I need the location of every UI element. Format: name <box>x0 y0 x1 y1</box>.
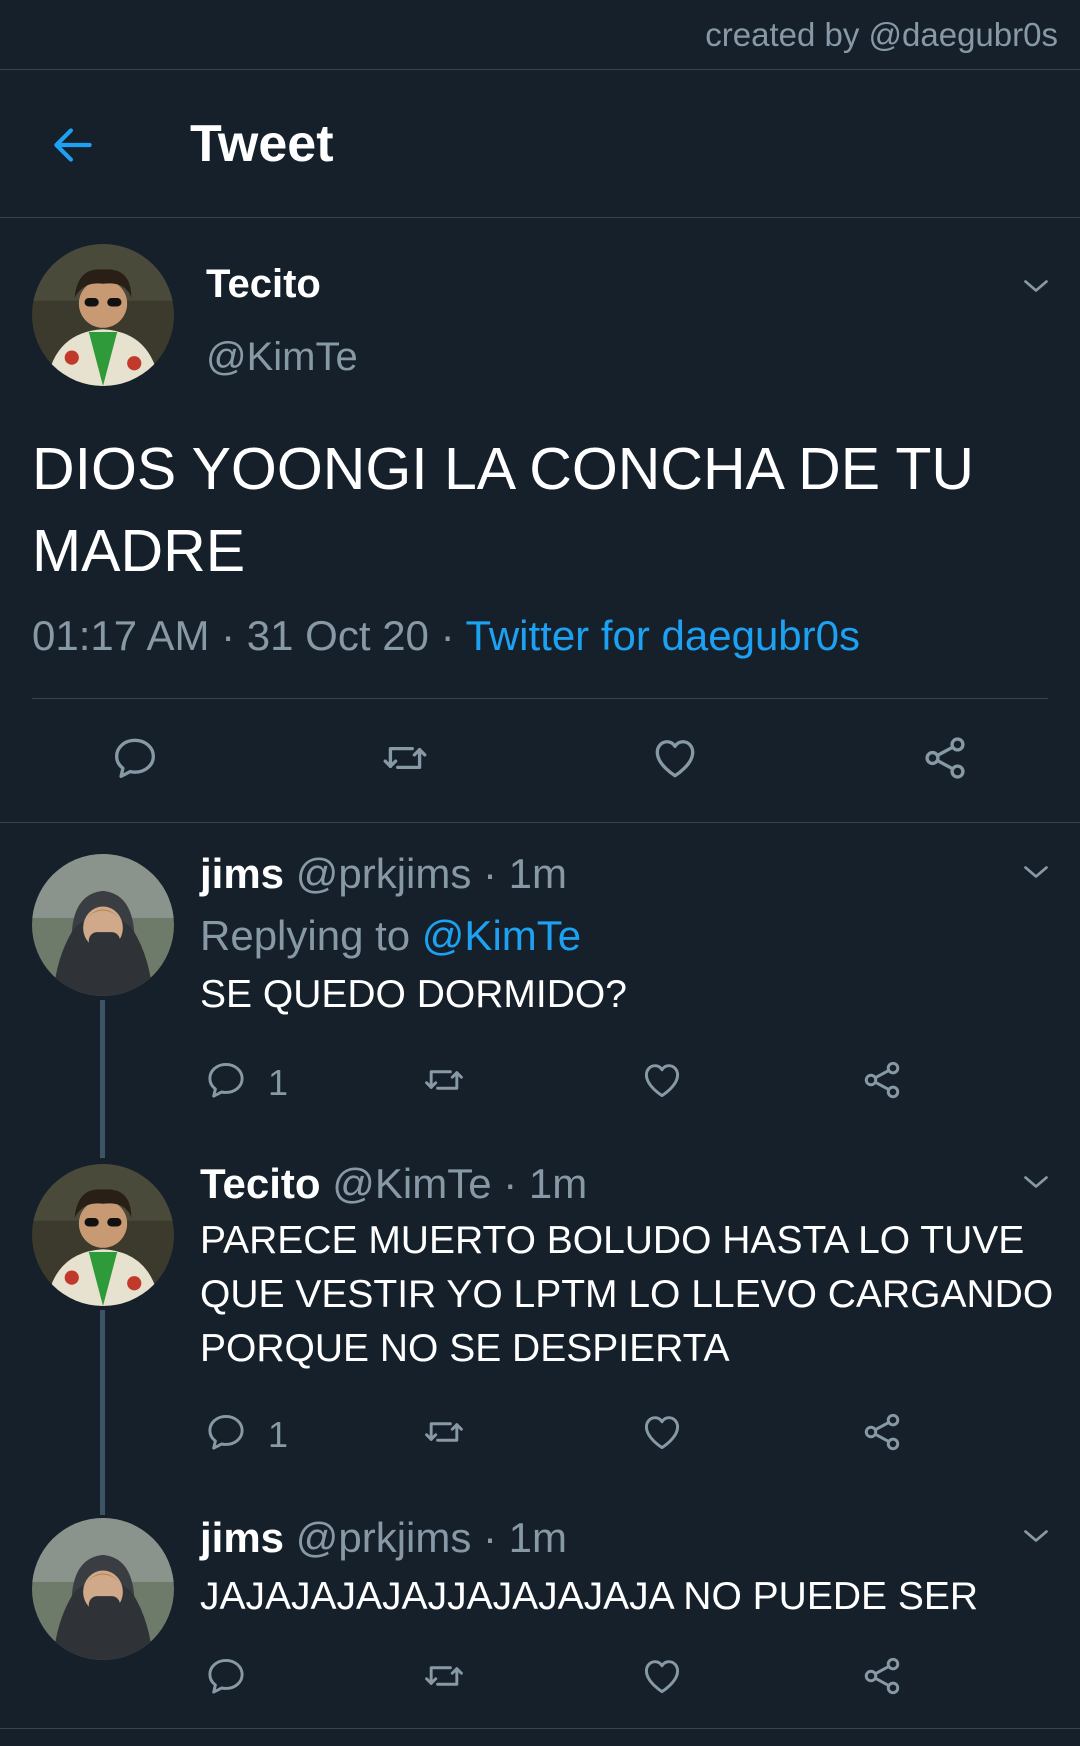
reply-author-handle[interactable]: @prkjims <box>296 850 472 897</box>
reply-icon <box>204 1058 248 1102</box>
chevron-down-icon[interactable] <box>1018 854 1054 890</box>
reply-author-name[interactable]: jims <box>200 850 284 897</box>
share-button[interactable] <box>860 1410 904 1454</box>
author-handle[interactable]: @KimTe <box>206 335 358 380</box>
reply-count: 1 <box>268 1062 289 1103</box>
reply-button[interactable] <box>110 733 160 783</box>
reply-age: · 1m <box>491 1160 588 1207</box>
share-button[interactable] <box>860 1058 904 1102</box>
top-app-bar: Tweet <box>0 70 1080 218</box>
avatar-tecito[interactable] <box>32 1164 174 1306</box>
thread-connector <box>100 1000 105 1158</box>
reply-header: jims @prkjims · 1m <box>200 850 567 898</box>
reply-author-name[interactable]: jims <box>200 1514 284 1561</box>
thread-connector <box>100 1310 105 1515</box>
tweet-text: DIOS YOONGI LA CONCHA DE TU MADRE <box>32 436 975 584</box>
chevron-down-icon[interactable] <box>1018 1518 1054 1554</box>
author-name[interactable]: Tecito <box>206 262 321 307</box>
replying-to-label: Replying to <box>200 912 422 959</box>
chevron-down-icon[interactable] <box>1018 268 1054 304</box>
divider <box>0 1728 1080 1729</box>
chevron-down-icon[interactable] <box>1018 1164 1054 1200</box>
heart-icon <box>640 1654 684 1698</box>
reply-header: Tecito @KimTe · 1m <box>200 1160 587 1208</box>
avatar-tecito[interactable] <box>32 244 174 386</box>
divider <box>0 822 1080 823</box>
tweet-source-link[interactable]: Twitter for daegubr0s <box>465 612 860 659</box>
back-button[interactable] <box>48 120 98 170</box>
retweet-icon <box>420 1058 468 1102</box>
retweet-icon <box>420 1654 468 1698</box>
share-icon <box>860 1410 904 1454</box>
meta-separator: · <box>209 612 247 659</box>
heart-icon <box>640 1058 684 1102</box>
avatar-image <box>32 854 174 996</box>
retweet-icon <box>378 733 432 783</box>
avatar-image <box>32 244 174 386</box>
reply-button[interactable] <box>204 1654 248 1698</box>
like-button[interactable] <box>650 733 700 783</box>
share-button[interactable] <box>860 1654 904 1698</box>
watermark-text: created by @daegubr0s <box>705 16 1058 53</box>
reply-author-handle[interactable]: @KimTe <box>332 1160 491 1207</box>
divider <box>32 698 1048 699</box>
retweet-button[interactable] <box>420 1410 468 1454</box>
reply-icon <box>110 733 160 783</box>
avatar-jims[interactable] <box>32 1518 174 1660</box>
reply-button[interactable] <box>204 1058 248 1102</box>
reply-age: · 1m <box>471 1514 568 1561</box>
retweet-button[interactable] <box>420 1058 468 1102</box>
reply-age: · 1m <box>471 850 568 897</box>
share-icon <box>860 1654 904 1698</box>
reply-author-handle[interactable]: @prkjims <box>296 1514 472 1561</box>
replying-to-mention[interactable]: @KimTe <box>422 912 581 959</box>
reply-icon <box>204 1654 248 1698</box>
like-button[interactable] <box>640 1058 684 1102</box>
arrow-left-icon <box>54 128 92 162</box>
retweet-button[interactable] <box>420 1654 468 1698</box>
reply-button[interactable] <box>204 1410 248 1454</box>
watermark-bar: created by @daegubr0s <box>0 0 1080 70</box>
heart-icon <box>640 1410 684 1454</box>
reply-text: JAJAJAJAJAJJAJAJAJAJA NO PUEDE SER <box>200 1575 979 1618</box>
tweet-date: 31 Oct 20 <box>246 612 429 659</box>
tweet-meta: 01:17 AM · 31 Oct 20 · Twitter for daegu… <box>32 612 860 660</box>
avatar-image <box>32 1164 174 1306</box>
retweet-button[interactable] <box>378 733 432 783</box>
avatar-jims[interactable] <box>32 854 174 996</box>
reply-header: jims @prkjims · 1m <box>200 1514 567 1562</box>
like-button[interactable] <box>640 1654 684 1698</box>
page-title: Tweet <box>190 115 334 173</box>
meta-separator: · <box>428 612 466 659</box>
reply-author-name[interactable]: Tecito <box>200 1160 321 1207</box>
share-button[interactable] <box>920 733 970 783</box>
like-button[interactable] <box>640 1410 684 1454</box>
tweet-time: 01:17 AM <box>32 612 210 659</box>
heart-icon <box>650 733 700 783</box>
replying-to: Replying to @KimTe <box>200 912 581 960</box>
reply-text: PARECE MUERTO BOLUDO HASTA LO TUVE QUE V… <box>200 1219 1054 1370</box>
avatar-image <box>32 1518 174 1660</box>
reply-count: 1 <box>268 1414 289 1455</box>
retweet-icon <box>420 1410 468 1454</box>
reply-icon <box>204 1410 248 1454</box>
share-icon <box>920 733 970 783</box>
share-icon <box>860 1058 904 1102</box>
reply-text: SE QUEDO DORMIDO? <box>200 973 627 1016</box>
